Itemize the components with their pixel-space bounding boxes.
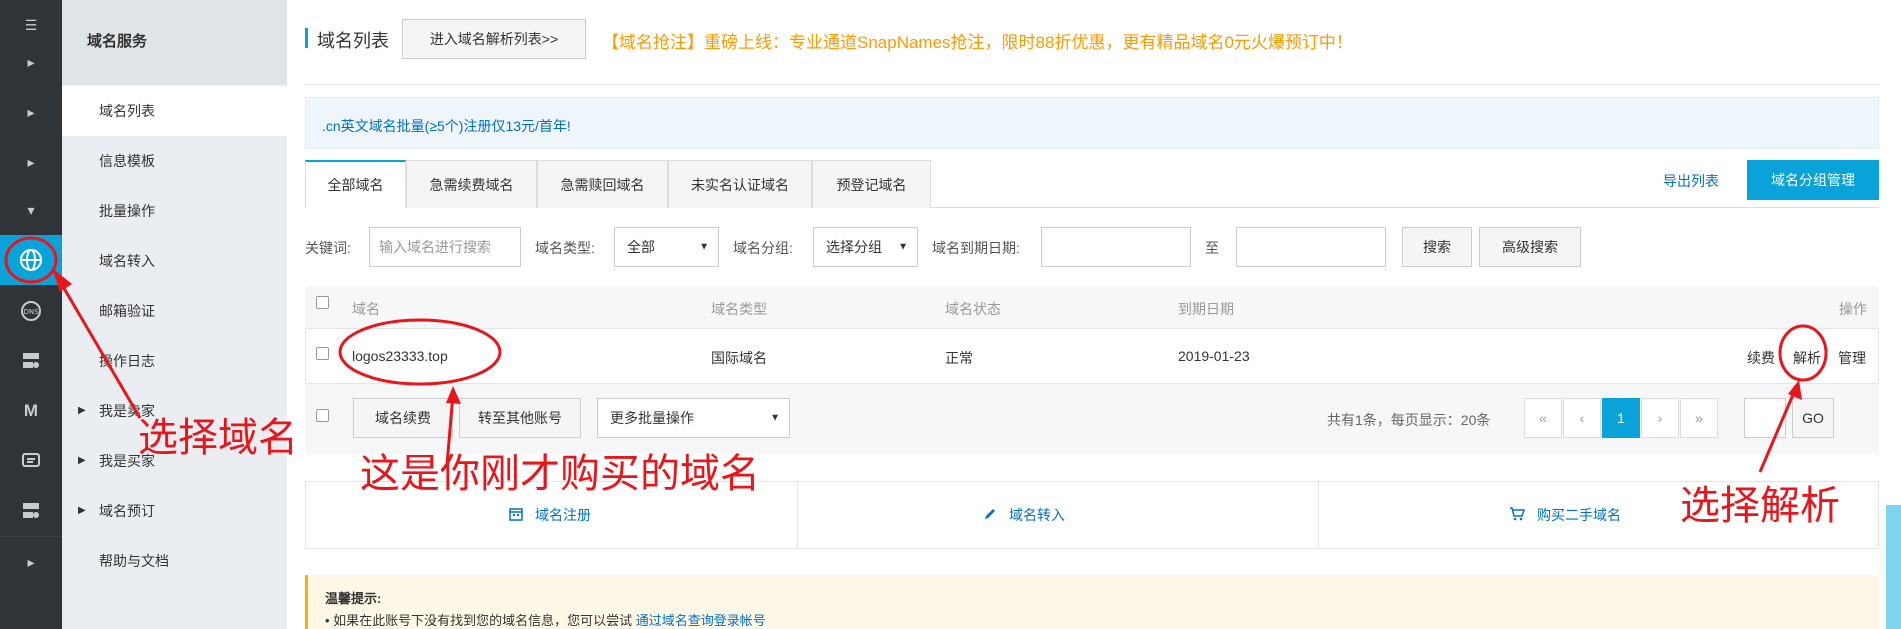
annotation-select-resolve: 选择解析: [1680, 483, 1840, 529]
arrowhead-domain: [446, 386, 461, 404]
arrow-globe: [56, 277, 142, 419]
annotation-select-domain: 选择域名: [138, 415, 298, 461]
arrowhead-resolve: [1788, 380, 1802, 400]
highlight-circle-resolve: [1778, 324, 1828, 382]
highlight-circle-domain: [338, 318, 502, 386]
annotation-overlay: [4, 236, 1828, 473]
annotation-purchased-domain: 这是你刚才购买的域名: [360, 451, 760, 497]
highlight-circle-globe: [4, 236, 58, 284]
arrowhead-globe: [52, 268, 72, 292]
arrow-resolve: [1758, 389, 1797, 473]
